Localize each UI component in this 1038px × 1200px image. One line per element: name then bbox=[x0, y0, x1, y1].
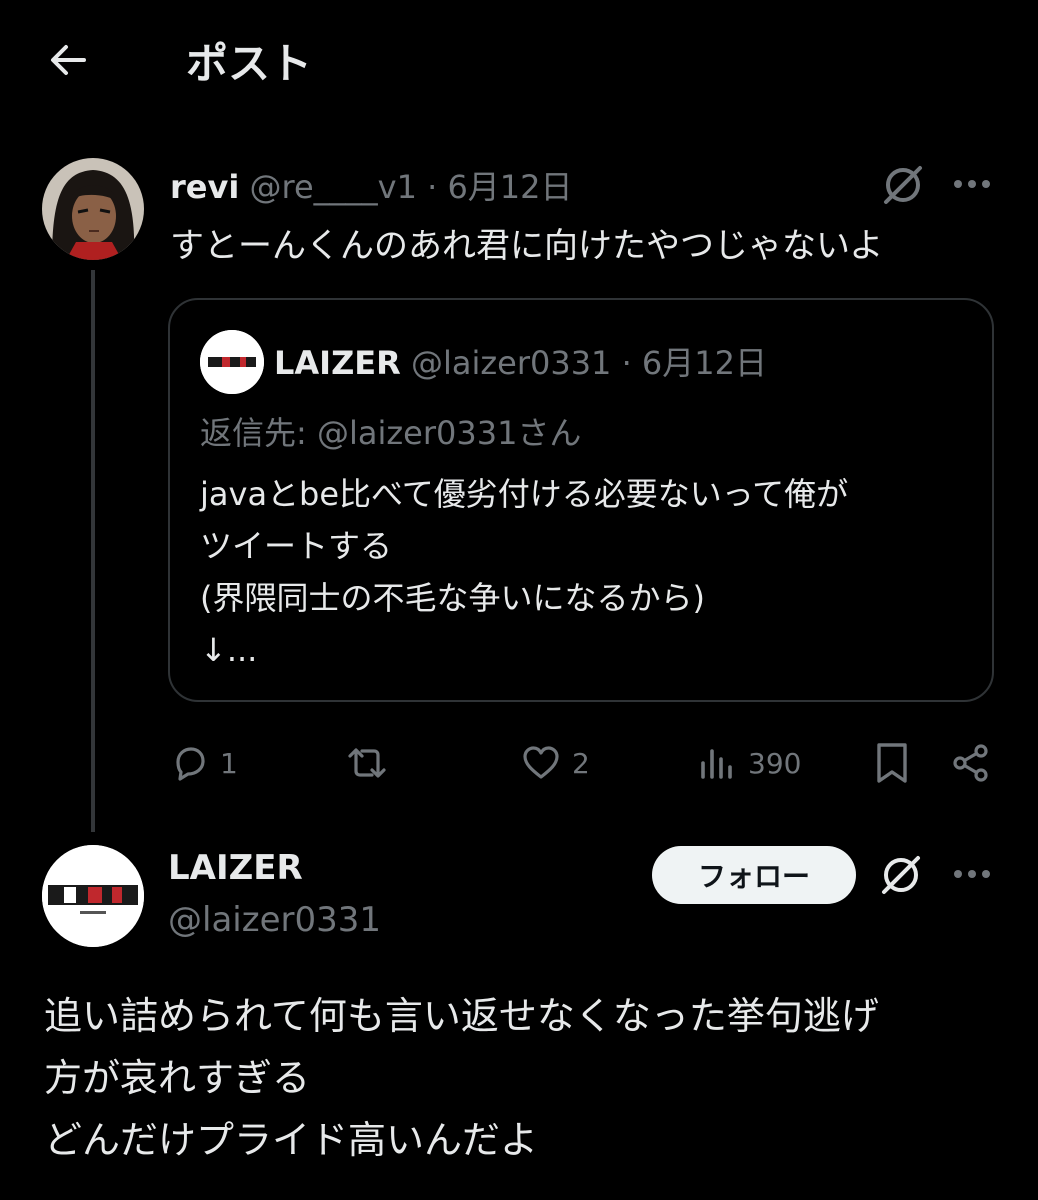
quoted-tweet-text: javaとbe比べて優劣付ける必要ないって俺が ツイートする (界隈同士の不毛な… bbox=[200, 468, 848, 676]
user-handle[interactable]: @laizer0331 bbox=[168, 900, 381, 940]
quoted-tweet-card[interactable]: LAIZER @laizer0331 · 6月12日 返信先: @laizer0… bbox=[168, 298, 994, 702]
follow-button[interactable]: フォロー bbox=[652, 846, 856, 904]
reply-count: 1 bbox=[220, 746, 238, 780]
view-count: 390 bbox=[748, 746, 802, 780]
share-button[interactable] bbox=[950, 740, 992, 786]
repost-icon bbox=[348, 748, 386, 778]
tweet-text-line: 方が哀れすぎる bbox=[44, 1056, 311, 1100]
reply-button[interactable]: 1 bbox=[170, 740, 238, 786]
quoted-tweet-header: LAIZER @laizer0331 · 6月12日 bbox=[274, 338, 767, 384]
laizer-logo-icon bbox=[200, 330, 264, 394]
heart-icon bbox=[523, 746, 559, 779]
laizer-logo-icon bbox=[42, 845, 144, 947]
dot-separator: · bbox=[427, 168, 438, 206]
reply-to-label: 返信先: @laizer0331さん bbox=[200, 414, 582, 452]
reply-icon bbox=[176, 747, 205, 781]
like-count: 2 bbox=[572, 746, 590, 780]
user-handle[interactable]: @re____v1 bbox=[249, 168, 416, 206]
user-avatar-image bbox=[42, 158, 144, 260]
dot-separator: · bbox=[621, 344, 632, 382]
avatar[interactable] bbox=[42, 158, 144, 260]
back-button[interactable] bbox=[44, 36, 92, 84]
tweet-text-line: 追い詰められて何も言い返せなくなった挙句逃げ bbox=[44, 994, 879, 1038]
grok-icon[interactable] bbox=[878, 852, 924, 898]
avatar[interactable] bbox=[42, 845, 144, 947]
share-icon bbox=[953, 744, 988, 782]
like-button[interactable]: 2 bbox=[520, 740, 590, 786]
tweet-header: revi @re____v1 · 6月12日 bbox=[170, 162, 573, 208]
post-detail-screen: ポスト revi @re____v1 · 6月12日 すとーんくんのあれ君に向け… bbox=[0, 0, 1038, 1200]
display-name[interactable]: LAIZER bbox=[168, 848, 303, 888]
page-title: ポスト bbox=[186, 39, 313, 88]
grok-icon[interactable] bbox=[880, 162, 926, 208]
analytics-icon bbox=[701, 749, 732, 779]
thread-connector-line bbox=[91, 270, 95, 832]
views-button[interactable]: 390 bbox=[698, 740, 801, 786]
quoted-date: 6月12日 bbox=[641, 344, 768, 382]
post-date[interactable]: 6月12日 bbox=[447, 168, 572, 206]
more-options-icon[interactable] bbox=[950, 174, 994, 194]
quoted-text-line: ↓... bbox=[200, 631, 258, 669]
tweet-text: すとーんくんのあれ君に向けたやつじゃないよ bbox=[170, 226, 884, 266]
quoted-avatar bbox=[200, 330, 264, 394]
quoted-text-line: (界隈同士の不毛な争いになるから) bbox=[200, 579, 705, 617]
top-header: ポスト bbox=[0, 0, 1038, 120]
bookmark-button[interactable] bbox=[872, 740, 912, 786]
more-options-icon[interactable] bbox=[950, 864, 994, 884]
tweet-text: 追い詰められて何も言い返せなくなった挙句逃げ 方が哀れすぎる どんだけプライド高… bbox=[44, 985, 879, 1171]
display-name[interactable]: revi bbox=[170, 168, 239, 206]
quoted-display-name: LAIZER bbox=[274, 344, 401, 382]
quoted-handle: @laizer0331 bbox=[410, 344, 612, 382]
tweet-text-line: どんだけプライド高いんだよ bbox=[44, 1118, 539, 1162]
quoted-text-line: javaとbe比べて優劣付ける必要ないって俺が bbox=[200, 475, 849, 513]
quoted-text-line: ツイートする bbox=[200, 527, 393, 565]
bookmark-icon bbox=[877, 743, 907, 783]
arrow-left-icon bbox=[51, 45, 86, 75]
repost-button[interactable] bbox=[344, 740, 400, 786]
